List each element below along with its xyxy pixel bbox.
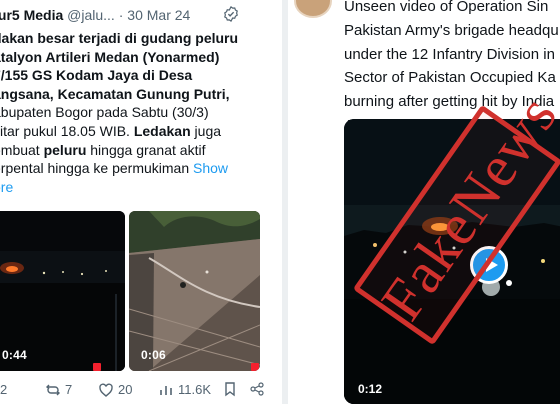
bookmark-icon (225, 382, 235, 397)
video-thumbnail-pavement[interactable]: 0:06 (129, 211, 260, 371)
night-explosion-scene (0, 211, 125, 371)
right-text-line: Sector of Pakistan Occupied Ka (344, 69, 556, 87)
video-duration: 0:12 (358, 382, 383, 396)
retweet-count: 7 (65, 382, 73, 397)
tweet-line: embuat peluru hingga granat aktif (0, 141, 275, 160)
tweet-text-span: kitar pukul 18.05 WIB. (0, 122, 134, 139)
left-tweet: lur5 Media @jalu... · 30 Mar 24 dakan be… (0, 0, 282, 404)
reply-count: 2 (0, 382, 8, 397)
bookmark-button[interactable] (222, 381, 238, 397)
tweet-line: ore (0, 178, 275, 197)
tweet-line: atalyon Artileri Medan (Yonarmed) (0, 48, 220, 65)
pavement-scene (129, 211, 260, 371)
fact-check-comparison: lur5 Media @jalu... · 30 Mar 24 dakan be… (0, 0, 560, 404)
tweet-line: angsana, Kecamatan Gunung Putri, (0, 85, 230, 102)
like-count: 20 (118, 382, 133, 397)
author-name[interactable]: lur5 Media (0, 7, 63, 23)
tweet-line: abupaten Bogor pada Sabtu (30/3) (0, 104, 209, 121)
video-duration: 0:44 (2, 348, 27, 362)
heart-icon (99, 383, 113, 397)
caption-badge (93, 363, 101, 371)
caption-badge (251, 363, 259, 371)
video-duration: 0:06 (141, 348, 166, 362)
tweet-text-span: erpental hingga ke permukiman (0, 160, 194, 177)
show-more-link-continued[interactable]: ore (0, 179, 13, 195)
tweet-line: erpental hingga ke permukiman Show (0, 159, 275, 178)
share-button[interactable] (249, 381, 265, 397)
right-text-line: under the 12 Infantry Division in (344, 45, 555, 63)
reply-button[interactable]: 2 (0, 381, 7, 399)
retweet-icon (46, 384, 60, 396)
tweet-line: dakan besar terjadi di gudang peluru (0, 30, 239, 46)
tweet-action-bar: 2 7 20 11.6K (0, 381, 282, 399)
date-separator: · (118, 7, 124, 23)
share-icon (250, 382, 264, 396)
tweet-text-span-bold: peluru (43, 141, 87, 158)
tweet-date[interactable]: 30 Mar 24 (127, 7, 190, 23)
view-count: 11.6K (178, 382, 212, 397)
author-handle[interactable]: @jalu... (67, 7, 115, 23)
tweet-text-span: embuat (0, 141, 40, 158)
tweet-header: lur5 Media @jalu... · 30 Mar 24 (0, 6, 190, 24)
avatar[interactable] (294, 0, 332, 18)
media-grid: 0:44 0:06 (0, 211, 272, 371)
retweet-button[interactable]: 7 (45, 381, 72, 399)
video-thumbnail-explosion[interactable]: 0:44 (0, 211, 125, 371)
show-more-link[interactable]: Show (193, 160, 228, 176)
right-text-line: Pakistan Army's brigade headqu (344, 21, 559, 39)
tweet-text-span: juga (190, 122, 222, 139)
tweet-text: dakan besar terjadi di gudang peluru ata… (0, 29, 275, 196)
views-button[interactable]: 11.6K (158, 381, 211, 399)
views-chart-icon (160, 386, 172, 395)
right-text-line: Unseen video of Operation Sin (344, 0, 549, 15)
tweet-text-span: hingga granat aktif (86, 141, 206, 158)
tweet-text-span-bold: Ledakan (133, 122, 191, 139)
verified-badge-icon (224, 5, 238, 23)
like-button[interactable]: 20 (98, 381, 132, 399)
tweet-line: kitar pukul 18.05 WIB. Ledakan juga (0, 122, 275, 141)
tweet-line: 7/155 GS Kodam Jaya di Desa (0, 67, 193, 84)
